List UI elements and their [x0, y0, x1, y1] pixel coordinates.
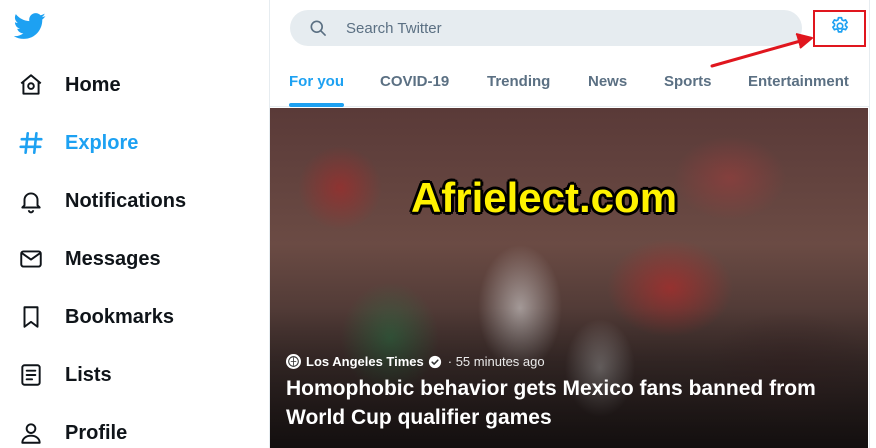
source-name: Los Angeles Times [306, 354, 424, 369]
search-box[interactable] [290, 10, 802, 46]
nav-item-explore[interactable]: Explore [0, 118, 260, 168]
tab-sports[interactable]: Sports [664, 56, 712, 107]
person-icon [17, 419, 45, 447]
source-avatar-icon [286, 354, 301, 369]
tab-label: COVID-19 [380, 73, 450, 90]
twitter-logo-icon[interactable] [13, 10, 46, 42]
tab-trending[interactable]: Trending [487, 56, 550, 107]
search-input[interactable] [346, 10, 786, 46]
nav-item-label: Notifications [65, 189, 187, 212]
settings-button[interactable] [813, 10, 866, 47]
nav-item-notifications[interactable]: Notifications [0, 176, 260, 226]
envelope-icon [17, 245, 45, 273]
tab-covid-19[interactable]: COVID-19 [380, 56, 449, 107]
nav-item-label: Lists [65, 363, 112, 386]
tab-label: Trending [487, 73, 551, 90]
tab-label: Sports [664, 73, 712, 90]
list-icon [17, 361, 45, 389]
nav-item-home[interactable]: Home [0, 60, 260, 110]
nav-item-profile[interactable]: Profile [0, 408, 260, 448]
story-headline[interactable]: Homophobic behavior gets Mexico fans ban… [286, 374, 856, 432]
nav-item-label: Explore [65, 131, 139, 154]
tab-entertainment[interactable]: Entertainment [748, 56, 849, 107]
nav-item-lists[interactable]: Lists [0, 350, 260, 400]
tab-for-you[interactable]: For you [289, 56, 344, 107]
tab-news[interactable]: News [588, 56, 627, 107]
story-source-row: Los Angeles Times · 55 minutes ago [286, 354, 545, 369]
active-tab-indicator [289, 103, 344, 107]
hashtag-icon [17, 129, 45, 157]
explore-tabs: For you COVID-19 Trending News Sports En… [270, 56, 870, 107]
gear-icon [829, 15, 851, 42]
tab-label: Entertainment [748, 73, 849, 90]
verified-badge-icon [428, 355, 442, 369]
story-timestamp: · 55 minutes ago [447, 354, 545, 369]
nav-item-label: Home [65, 73, 121, 96]
nav-item-label: Bookmarks [65, 305, 174, 328]
nav-item-label: Profile [65, 421, 128, 444]
explore-column: For you COVID-19 Trending News Sports En… [270, 0, 870, 448]
sidebar: Home Explore Notifications Messages Book… [0, 0, 270, 448]
nav-item-messages[interactable]: Messages [0, 234, 260, 284]
watermark-text: Afrielect.com [410, 174, 678, 221]
tab-label: News [588, 73, 628, 90]
nav-item-label: Messages [65, 247, 161, 270]
home-icon [17, 71, 45, 99]
featured-story[interactable]: Afrielect.com Los Angeles Times · 55 min… [270, 108, 868, 448]
nav-item-bookmarks[interactable]: Bookmarks [0, 292, 260, 342]
bookmark-icon [17, 303, 45, 331]
search-icon [308, 18, 328, 38]
tab-label: For you [289, 73, 344, 90]
bell-icon [17, 187, 45, 215]
